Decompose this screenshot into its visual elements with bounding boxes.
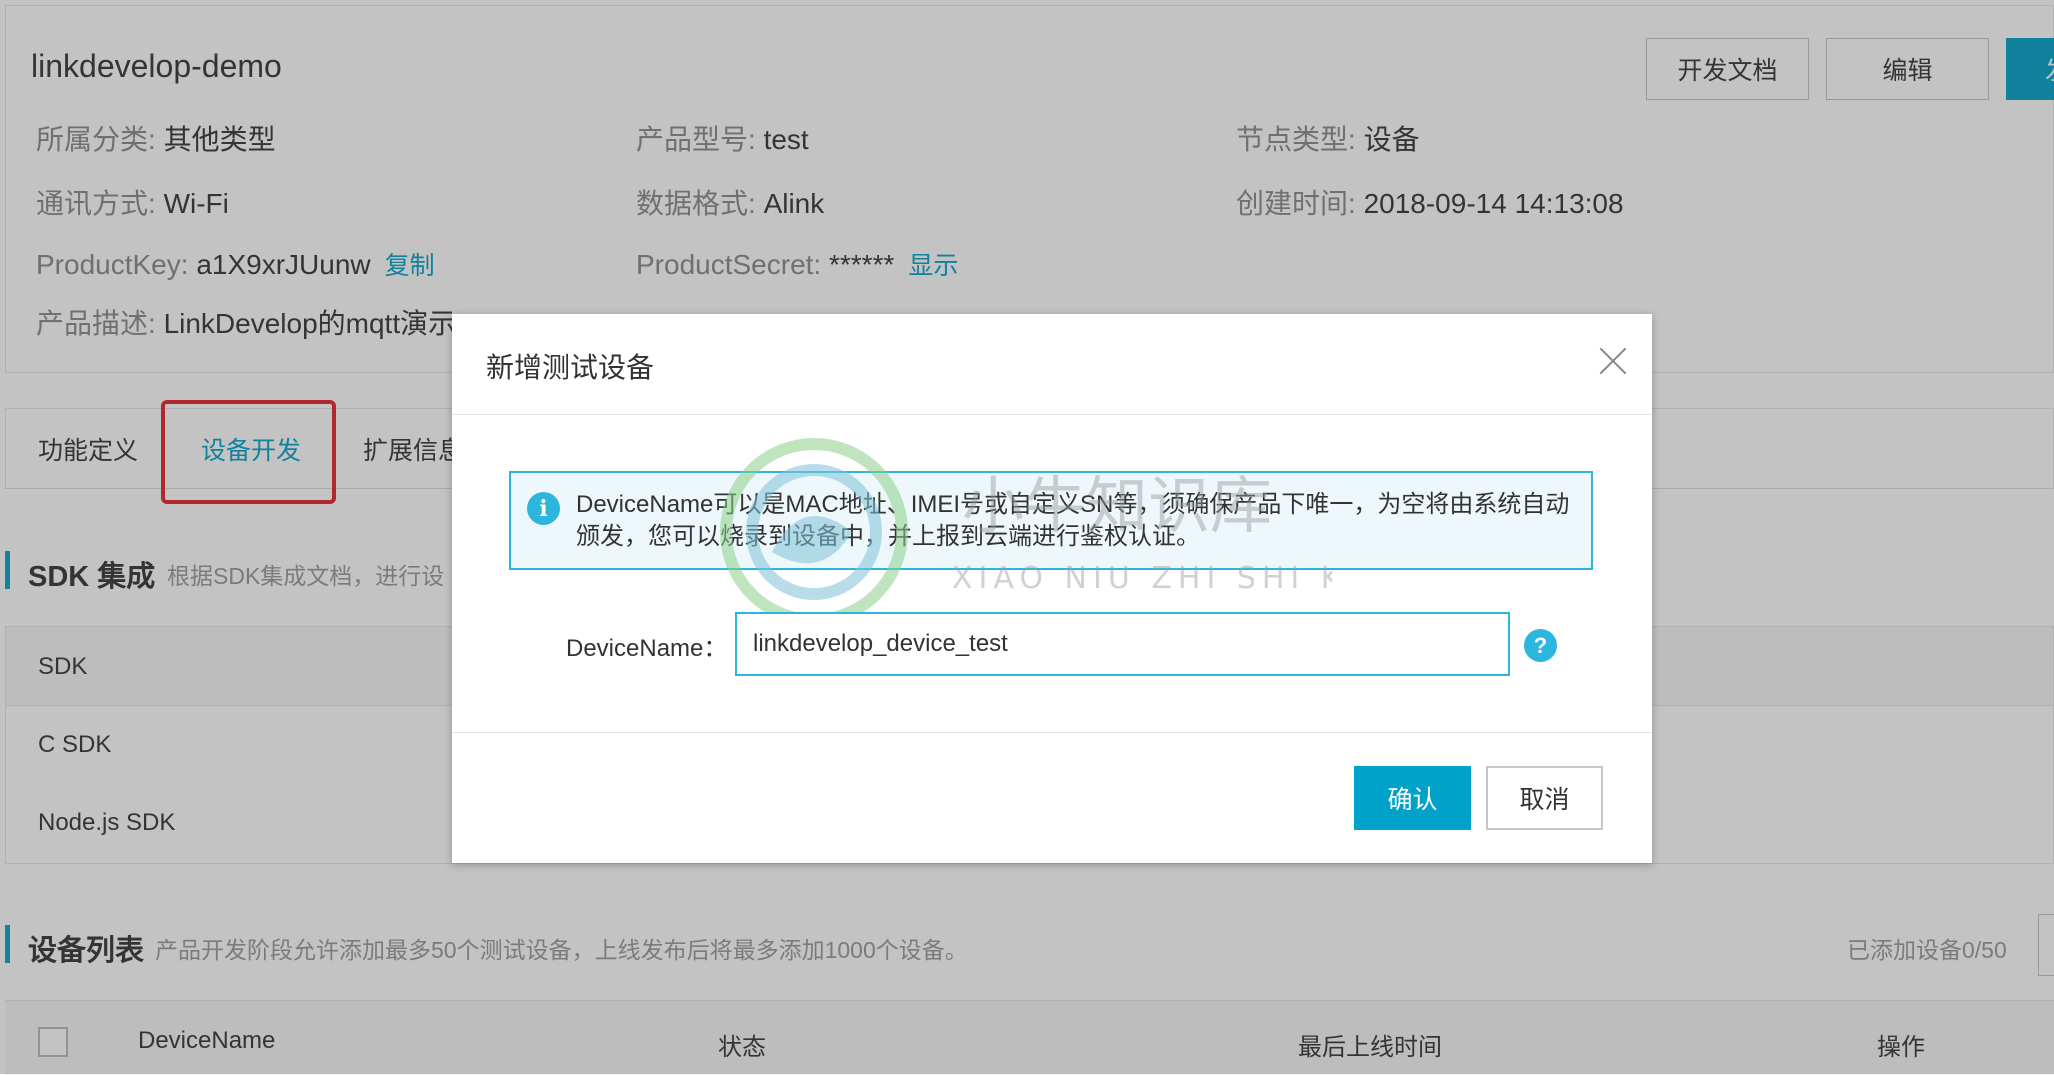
- cancel-button[interactable]: 取消: [1486, 766, 1603, 830]
- dialog-footer-divider: [452, 732, 1652, 733]
- dialog-divider: [452, 414, 1652, 415]
- devicename-label: DeviceName：: [566, 635, 728, 662]
- dialog-title: 新增测试设备: [486, 352, 655, 383]
- add-test-device-dialog: 新增测试设备 i DeviceName可以是MAC地址、IMEI号或自定义SN等…: [452, 314, 1652, 863]
- devicename-input[interactable]: [735, 612, 1510, 676]
- help-icon[interactable]: ?: [1524, 629, 1557, 662]
- notice-text: DeviceName可以是MAC地址、IMEI号或自定义SN等，须确保产品下唯一…: [576, 491, 1570, 550]
- confirm-button[interactable]: 确认: [1354, 766, 1471, 830]
- info-notice: i DeviceName可以是MAC地址、IMEI号或自定义SN等，须确保产品下…: [509, 471, 1593, 570]
- close-icon[interactable]: [1598, 346, 1628, 376]
- info-icon: i: [527, 492, 560, 525]
